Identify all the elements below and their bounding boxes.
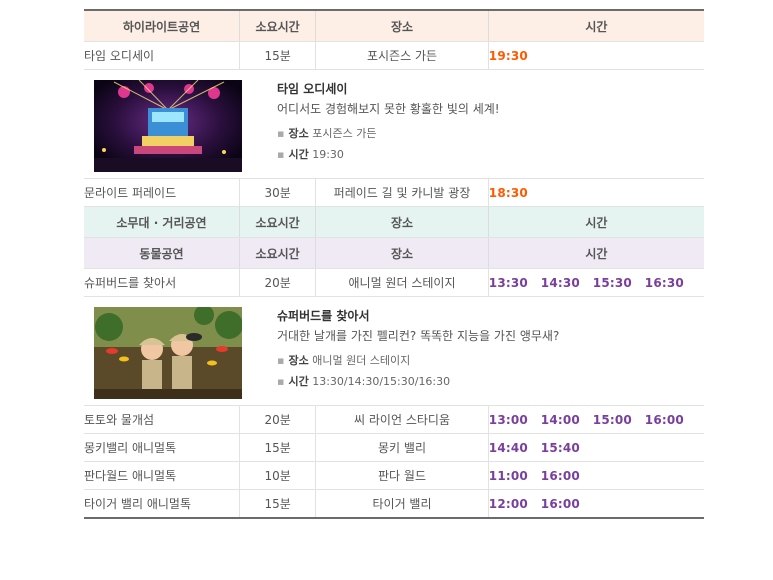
show-name: 타이거 밸리 애니멀톡	[84, 489, 240, 519]
show-name: 슈퍼버드를 찾아서	[84, 268, 240, 297]
show-times: 13:30 14:30 15:30 16:30	[487, 268, 704, 297]
detail-description: 어디서도 경험해보지 못한 황홀한 빛의 세계!	[277, 102, 500, 116]
show-time: 16:00	[540, 496, 580, 511]
show-name: 토토와 물개섬	[84, 405, 240, 434]
detail-place: 포시즌스 가든	[312, 127, 377, 140]
header-duration: 소요시간	[238, 10, 316, 42]
table-row[interactable]: 타임 오디세이 15분 포시즌스 가든 19:30	[84, 41, 704, 70]
show-time: 15:00	[592, 412, 632, 427]
show-duration: 20분	[238, 405, 316, 434]
show-time: 13:00	[488, 412, 528, 427]
show-times: 19:30	[487, 41, 704, 70]
show-schedule-table: 하이라이트공연 소요시간 장소 시간 타임 오디세이 15분 포시즌스 가든 1…	[84, 9, 704, 519]
show-name: 타임 오디세이	[84, 41, 240, 70]
header-place: 장소	[315, 206, 489, 238]
show-times: 18:30	[487, 178, 704, 207]
header-show: 소무대 · 거리공연	[84, 206, 240, 238]
header-time: 시간	[487, 10, 704, 42]
show-time: 15:30	[592, 275, 632, 290]
show-time: 13:30	[488, 275, 528, 290]
show-place: 판다 월드	[315, 461, 489, 490]
detail-place-label: 장소	[288, 127, 309, 140]
detail-time: 13:30/14:30/15:30/16:30	[312, 375, 451, 388]
show-time: 15:40	[540, 440, 580, 455]
detail-time-label: 시간	[288, 375, 309, 388]
show-name: 문라이트 퍼레이드	[84, 178, 240, 207]
table-row[interactable]: 타이거 밸리 애니멀톡 15분 타이거 밸리 12:00 16:00	[84, 489, 704, 519]
table-row[interactable]: 판다월드 애니멀톡 10분 판다 월드 11:00 16:00	[84, 461, 704, 490]
show-duration: 15분	[238, 433, 316, 462]
header-time: 시간	[487, 237, 704, 269]
header-show: 동물공연	[84, 237, 240, 269]
animal-header-row: 동물공연 소요시간 장소 시간	[84, 237, 704, 269]
superbird-image	[94, 307, 242, 399]
detail-description: 거대한 날개를 가진 펠리컨? 똑똑한 지능을 가진 앵무새?	[277, 329, 560, 343]
header-place: 장소	[315, 237, 489, 269]
header-show: 하이라이트공연	[84, 10, 240, 42]
show-time: 14:40	[488, 440, 528, 455]
show-place: 포시즌스 가든	[315, 41, 489, 70]
show-time: 14:30	[540, 275, 580, 290]
header-time: 시간	[487, 206, 704, 238]
detail-time-label: 시간	[288, 148, 309, 161]
stage-header-row: 소무대 · 거리공연 소요시간 장소 시간	[84, 206, 704, 238]
show-place: 애니멀 원더 스테이지	[315, 268, 489, 297]
bullet-icon: ▪	[277, 375, 285, 388]
bullet-icon: ▪	[277, 354, 285, 367]
table-row[interactable]: 몽키밸리 애니멀톡 15분 몽키 밸리 14:40 15:40	[84, 433, 704, 462]
time-odyssey-image	[94, 80, 242, 172]
detail-place: 애니멀 원더 스테이지	[312, 354, 411, 367]
show-time: 18:30	[488, 185, 528, 200]
show-times: 13:00 14:00 15:00 16:00	[487, 405, 704, 434]
table-row[interactable]: 토토와 물개섬 20분 씨 라이언 스타디움 13:00 14:00 15:00 16…	[84, 405, 704, 434]
show-duration: 10분	[238, 461, 316, 490]
show-time: 14:00	[540, 412, 580, 427]
bullet-icon: ▪	[277, 148, 285, 161]
show-time: 11:00	[488, 468, 528, 483]
show-time: 16:30	[644, 275, 684, 290]
show-times: 14:40 15:40	[487, 433, 704, 462]
show-place: 씨 라이언 스타디움	[315, 405, 489, 434]
show-duration: 15분	[238, 41, 316, 70]
show-time: 16:00	[540, 468, 580, 483]
show-place: 퍼레이드 길 및 카니발 광장	[315, 178, 489, 207]
show-place: 몽키 밸리	[315, 433, 489, 462]
header-duration: 소요시간	[238, 206, 316, 238]
show-detail-row: 슈퍼버드를 찾아서 거대한 날개를 가진 펠리컨? 똑똑한 지능을 가진 앵무새…	[84, 296, 704, 406]
header-place: 장소	[315, 10, 489, 42]
detail-title: 타임 오디세이	[277, 82, 348, 96]
table-row[interactable]: 문라이트 퍼레이드 30분 퍼레이드 길 및 카니발 광장 18:30	[84, 178, 704, 207]
show-time: 19:30	[488, 48, 528, 63]
header-duration: 소요시간	[238, 237, 316, 269]
highlight-header-row: 하이라이트공연 소요시간 장소 시간	[84, 10, 704, 42]
show-place: 타이거 밸리	[315, 489, 489, 519]
show-times: 12:00 16:00	[487, 489, 704, 519]
detail-title: 슈퍼버드를 찾아서	[277, 309, 370, 323]
table-row[interactable]: 슈퍼버드를 찾아서 20분 애니멀 원더 스테이지 13:30 14:30 15:3…	[84, 268, 704, 297]
detail-place-label: 장소	[288, 354, 309, 367]
show-time: 12:00	[488, 496, 528, 511]
show-duration: 20분	[238, 268, 316, 297]
show-detail-row: 타임 오디세이 어디서도 경험해보지 못한 황홀한 빛의 세계! ▪ 장소 포시즌…	[84, 69, 704, 179]
detail-time: 19:30	[312, 148, 344, 161]
show-duration: 15분	[238, 489, 316, 519]
show-times: 11:00 16:00	[487, 461, 704, 490]
show-name: 몽키밸리 애니멀톡	[84, 433, 240, 462]
show-time: 16:00	[644, 412, 684, 427]
bullet-icon: ▪	[277, 127, 285, 140]
show-duration: 30분	[238, 178, 316, 207]
show-name: 판다월드 애니멀톡	[84, 461, 240, 490]
